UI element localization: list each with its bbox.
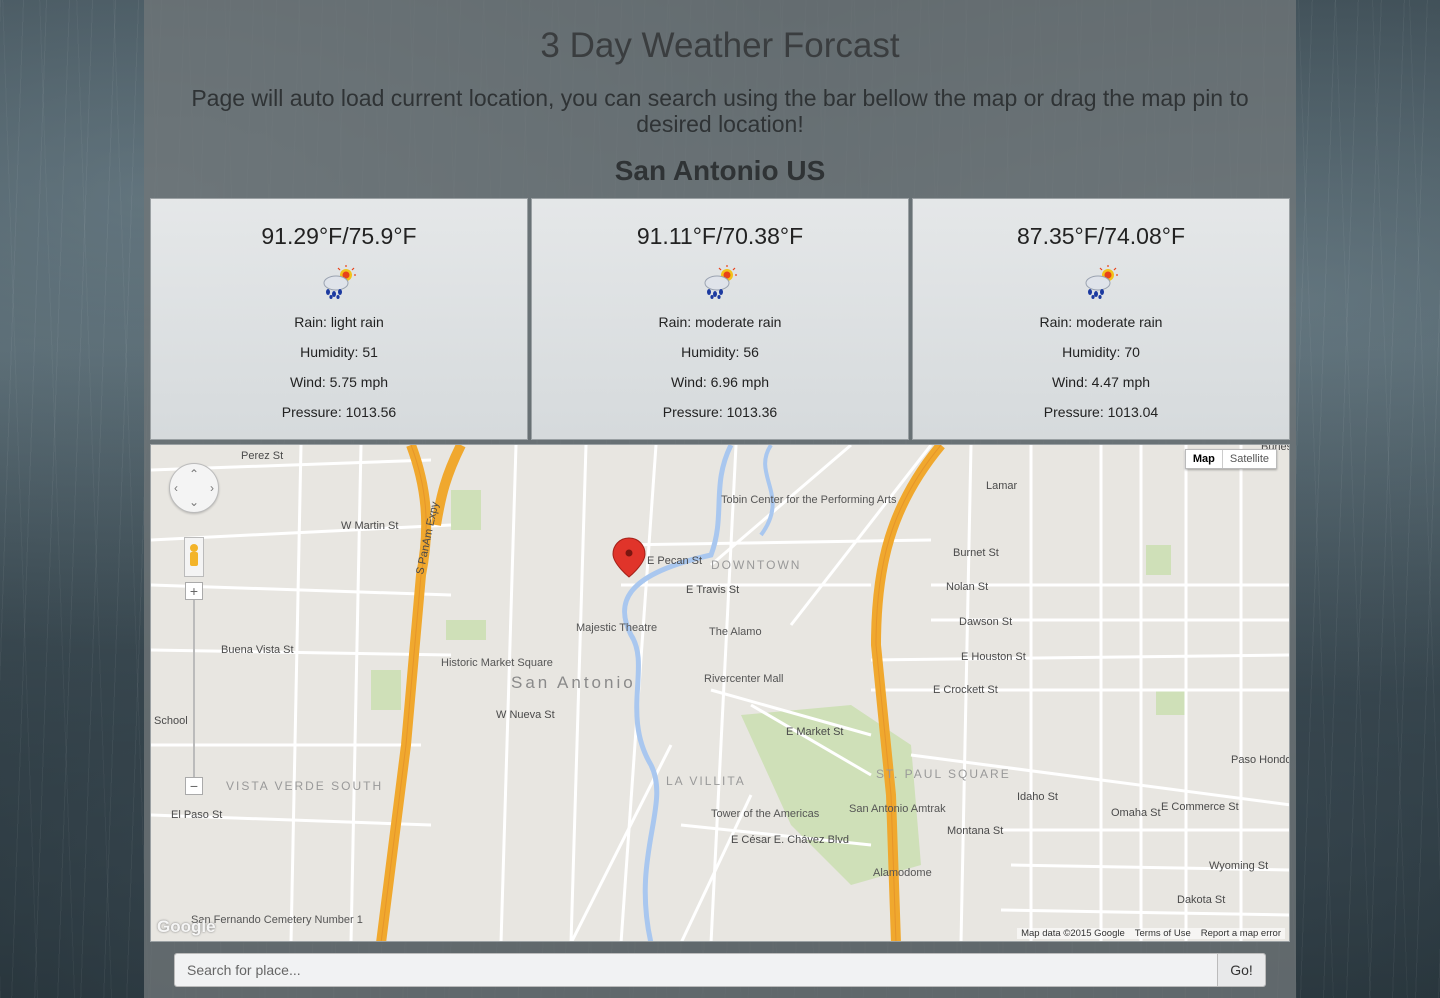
rain-sun-icon — [1085, 265, 1118, 299]
location-name: San Antonio US — [614, 155, 826, 186]
map-label-travis: E Travis St — [686, 584, 739, 596]
map-label-tower: Tower of the Americas — [711, 808, 820, 820]
terms-link[interactable]: Terms of Use — [1135, 928, 1191, 939]
map-label-buena-vista: Buena Vista St — [221, 644, 294, 656]
map-label-tobin: Tobin Center for the Performing Arts — [721, 494, 897, 506]
page-title: 3 Day Weather Forcast — [540, 26, 900, 65]
map-label-houston: E Houston St — [961, 651, 1026, 663]
map-attribution: Map data ©2015 Google Terms of Use Repor… — [1017, 928, 1285, 939]
forecast-card-day-3: 87.35°F/74.08°F Rain: moderate rain Humi… — [912, 198, 1290, 440]
map-label-dakota: Dakota St — [1177, 894, 1225, 906]
zoom-slider-track[interactable] — [193, 600, 195, 780]
wind: Wind: 5.75 mph — [289, 374, 389, 390]
map-label-historic-market: Historic Market Square — [441, 657, 553, 669]
zoom-in-button[interactable]: + — [185, 582, 203, 600]
map-label-downtown: DOWNTOWN — [711, 558, 801, 572]
map-label-crockett: E Crockett St — [933, 684, 998, 696]
map-label-idaho: Idaho St — [1017, 791, 1058, 803]
search-bar: Go! — [174, 953, 1266, 987]
pan-right-icon[interactable]: › — [210, 481, 214, 495]
forecast-card-day-2: 91.11°F/70.38°F Rain: moderate rain Humi… — [531, 198, 909, 440]
rain-description: Rain: light rain — [294, 314, 384, 330]
map-label-market: E Market St — [786, 726, 843, 738]
map-label-cemetery: San Fernando Cemetery Number 1 — [191, 914, 363, 926]
map-label-commerce: E Commerce St — [1161, 801, 1239, 813]
map-label-martin: W Martin St — [341, 520, 398, 532]
attribution-text: Map data ©2015 Google — [1021, 928, 1125, 939]
map-type-control: Map Satellite — [1184, 449, 1277, 469]
zoom-out-button[interactable]: − — [185, 777, 203, 795]
map-label-perez: Perez St — [241, 450, 283, 462]
pressure: Pressure: 1013.56 — [281, 404, 397, 420]
map-view[interactable]: San Antonio DOWNTOWN LA VILLITA ST. PAUL… — [150, 444, 1290, 942]
map-type-map-button[interactable]: Map — [1186, 450, 1223, 468]
map-label-vista-verde: VISTA VERDE SOUTH — [226, 779, 383, 793]
temperature: 87.35°F/74.08°F — [1017, 223, 1185, 249]
humidity: Humidity: 70 — [1062, 344, 1140, 360]
temperature: 91.29°F/75.9°F — [261, 223, 417, 249]
pan-control[interactable]: ⌃ ‹ › ⌄ — [169, 463, 219, 513]
search-input[interactable] — [175, 954, 1217, 986]
map-label-st-paul: ST. PAUL SQUARE — [876, 767, 1011, 781]
temperature: 91.11°F/70.38°F — [636, 223, 804, 249]
map-label-nueva: W Nueva St — [496, 709, 555, 721]
map-label-rivercenter: Rivercenter Mall — [704, 673, 783, 685]
page-subtitle: Page will auto load current location, yo… — [191, 85, 1249, 137]
report-error-link[interactable]: Report a map error — [1201, 928, 1281, 939]
map-label-nolan: Nolan St — [946, 581, 988, 593]
humidity: Humidity: 56 — [681, 344, 759, 360]
rain-sun-icon — [323, 265, 356, 299]
pan-up-icon[interactable]: ⌃ — [189, 467, 199, 481]
forecast-card-day-1: 91.29°F/75.9°F Rain: light rain Humidity… — [150, 198, 528, 440]
map-label-la-villita: LA VILLITA — [666, 774, 746, 788]
map-label-city: San Antonio — [511, 673, 636, 692]
map-label-alamodome: Alamodome — [873, 867, 932, 879]
main-panel: 3 Day Weather Forcast Page will auto loa… — [144, 0, 1296, 998]
search-go-button[interactable]: Go! — [1217, 954, 1265, 986]
wind: Wind: 6.96 mph — [670, 374, 770, 390]
map-label-wyoming: Wyoming St — [1209, 860, 1268, 872]
map-label-burnet: Burnet St — [953, 547, 999, 559]
map-label-montana: Montana St — [947, 825, 1003, 837]
map-label-cesar: E César E. Chávez Blvd — [731, 834, 849, 846]
map-label-amtrak: San Antonio Amtrak — [849, 803, 946, 815]
map-label-el-paso: El Paso St — [171, 809, 222, 821]
map-label-omaha: Omaha St — [1111, 807, 1161, 819]
map-type-satellite-button[interactable]: Satellite — [1223, 450, 1276, 468]
rain-sun-icon — [704, 265, 737, 299]
wind: Wind: 4.47 mph — [1051, 374, 1151, 390]
rain-description: Rain: moderate rain — [1039, 314, 1163, 330]
map-label-lamar: Lamar — [986, 480, 1018, 492]
street-view-pegman-icon[interactable] — [184, 537, 204, 577]
pan-down-icon[interactable]: ⌄ — [189, 495, 199, 509]
rain-description: Rain: moderate rain — [658, 314, 782, 330]
pan-left-icon[interactable]: ‹ — [174, 481, 178, 495]
map-label-school: School — [154, 715, 188, 727]
pressure: Pressure: 1013.36 — [662, 404, 778, 420]
humidity: Humidity: 51 — [300, 344, 378, 360]
map-label-majestic: Majestic Theatre — [576, 622, 657, 634]
pressure: Pressure: 1013.04 — [1043, 404, 1159, 420]
google-logo[interactable]: Google — [157, 917, 216, 937]
forecast-cards: 91.29°F/75.9°F Rain: light rain Humidity… — [150, 198, 1290, 440]
map-label-alamo: The Alamo — [709, 626, 762, 638]
map-label-pecan: E Pecan St — [647, 555, 702, 567]
map-label-dawson: Dawson St — [959, 616, 1012, 628]
map-label-paso-hondo: Paso Hondo — [1231, 754, 1290, 766]
map-canvas[interactable]: San Antonio DOWNTOWN LA VILLITA ST. PAUL… — [151, 445, 1290, 942]
